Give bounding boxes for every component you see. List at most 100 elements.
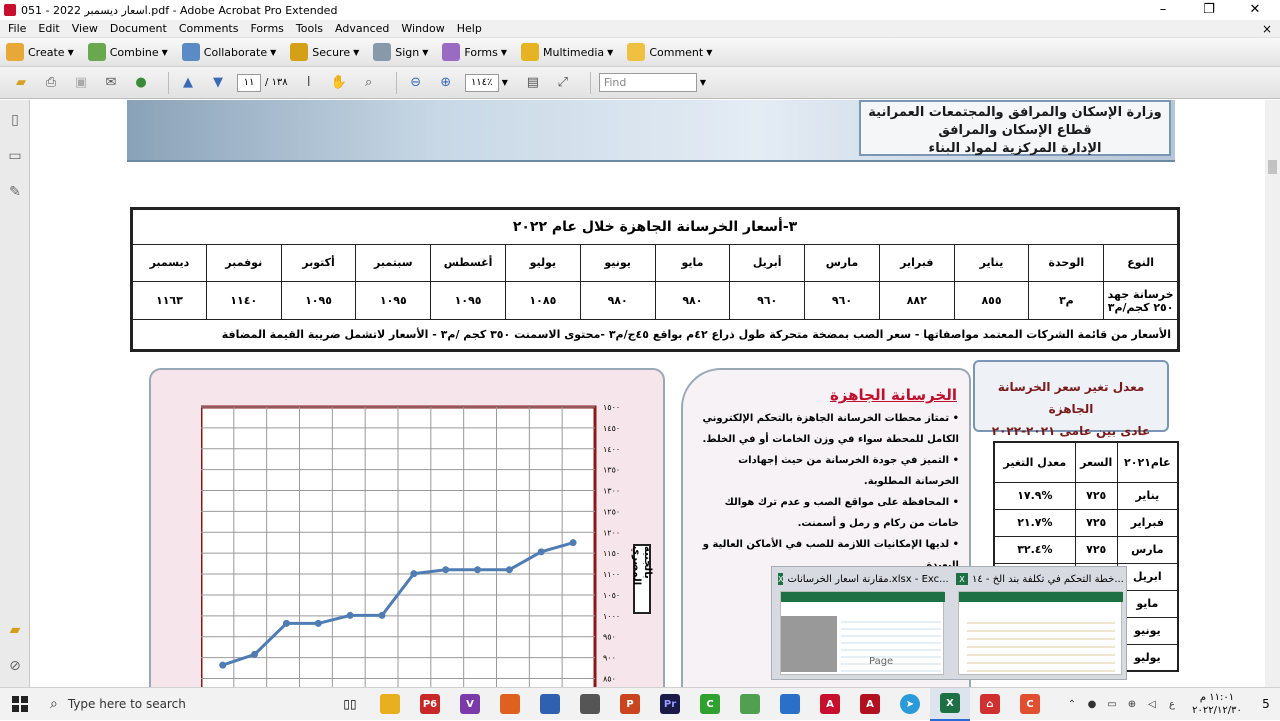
menu-file[interactable]: File xyxy=(2,22,32,35)
department-name: الإدارة المركزية لمواد البناء xyxy=(928,141,1102,156)
minimize-button[interactable]: – xyxy=(1140,0,1186,20)
menu-window[interactable]: Window xyxy=(395,22,450,35)
acrobat-taskbar-icon[interactable]: A xyxy=(810,688,850,721)
microphone-icon[interactable]: ● xyxy=(1082,699,1102,710)
rate-cell: ٧٢٥ xyxy=(1074,535,1118,564)
calculator-icon[interactable] xyxy=(570,688,610,721)
zoom-in-icon[interactable]: ⊕ xyxy=(435,73,457,93)
price-cell: ٩٦٠ xyxy=(729,281,806,320)
forms-icon xyxy=(442,43,461,61)
powerpoint-icon[interactable]: P xyxy=(610,688,650,721)
network-icon[interactable]: ⊕ xyxy=(1122,699,1142,710)
hand-tool-icon[interactable]: ✋ xyxy=(328,73,350,93)
create-button[interactable]: Create ▼ xyxy=(6,43,74,61)
scrolling-mode-icon[interactable]: ▤ xyxy=(522,73,544,93)
sector-name: قطاع الإسكان والمرافق xyxy=(938,123,1092,138)
email-icon[interactable]: ✉ xyxy=(100,73,122,93)
vertical-scrollbar[interactable] xyxy=(1265,100,1280,687)
preview-thumbnail-1: Page xyxy=(780,591,945,675)
pages-icon[interactable]: ▯ xyxy=(7,112,23,130)
clock[interactable]: ١١:٠١ م ٢٠٢٢/١٢/٣٠ xyxy=(1182,691,1252,717)
open-folder-icon[interactable]: ▰ xyxy=(10,73,32,93)
signatures-icon[interactable]: ✎ xyxy=(7,184,23,202)
price-cell: ٨٨٢ xyxy=(878,281,955,320)
excel-taskbar-icon[interactable]: X xyxy=(930,687,970,721)
y-tick-label: ١٤٥٠ xyxy=(603,424,620,433)
chevron-up-icon[interactable]: ⌃ xyxy=(1062,699,1082,710)
language-indicator[interactable]: ع xyxy=(1162,699,1182,710)
camtasia-icon[interactable]: C xyxy=(690,688,730,721)
sign-button[interactable]: Sign ▼ xyxy=(373,43,428,61)
notifications-icon[interactable]: 5 xyxy=(1252,697,1280,711)
menu-forms[interactable]: Forms xyxy=(244,22,289,35)
data-point xyxy=(442,566,450,574)
forms-button[interactable]: Forms ▼ xyxy=(442,43,507,61)
task-view-icon[interactable]: ▯▯ xyxy=(330,688,370,721)
combine-button[interactable]: Combine ▼ xyxy=(87,43,168,61)
secure-button[interactable]: Secure ▼ xyxy=(290,43,359,61)
page-number-input[interactable]: ١١ xyxy=(237,73,261,92)
app-icon-4[interactable]: C xyxy=(1010,688,1050,721)
rate-cell: ٧٢٥ xyxy=(1074,508,1118,537)
comments-icon[interactable]: ▰ xyxy=(7,622,23,640)
document-close-button[interactable]: × xyxy=(1254,22,1280,36)
zoom-dropdown-icon[interactable]: ▼ xyxy=(502,78,508,87)
price-col-header: يناير xyxy=(953,243,1030,283)
attachments-icon[interactable]: ⊘ xyxy=(7,658,23,676)
web-icon[interactable]: ● xyxy=(130,73,152,93)
menu-tools[interactable]: Tools xyxy=(290,22,329,35)
zoom-tool-icon[interactable]: ⌕ xyxy=(358,73,380,93)
app-icon-2[interactable] xyxy=(530,688,570,721)
start-button[interactable] xyxy=(0,688,40,721)
menu-view[interactable]: View xyxy=(66,22,104,35)
find-dropdown-icon[interactable]: ▼ xyxy=(700,78,706,87)
menu-document[interactable]: Document xyxy=(104,22,173,35)
multimedia-button[interactable]: Multimedia ▼ xyxy=(521,43,613,61)
visual-studio-icon[interactable]: V xyxy=(450,688,490,721)
excel-preview-1[interactable]: X مقارنة اسعار الخرسانات.xlsx - Exc... Pa… xyxy=(772,567,950,681)
battery-icon[interactable]: ▭ xyxy=(1102,699,1122,710)
print-icon[interactable]: ⎙ xyxy=(40,73,62,93)
acrobat-pro-icon[interactable]: A xyxy=(850,688,890,721)
app-icon-1[interactable] xyxy=(490,688,530,721)
price-col-header: فبراير xyxy=(878,243,955,283)
previous-page-icon[interactable]: ▲ xyxy=(177,73,199,93)
comment-button[interactable]: Comment ▼ xyxy=(627,43,712,61)
primavera-icon[interactable]: P6 xyxy=(410,688,450,721)
pen-icon xyxy=(373,43,392,61)
zoom-level-input[interactable]: ١١٤٪ xyxy=(464,73,499,92)
y-tick-label: ١٠٥٠ xyxy=(603,591,620,600)
bookmarks-icon[interactable]: ▭ xyxy=(7,148,23,166)
search-placeholder: Type here to search xyxy=(67,697,186,711)
menu-edit[interactable]: Edit xyxy=(32,22,65,35)
close-button[interactable]: ✕ xyxy=(1232,0,1278,20)
taskbar-search[interactable]: ⌕ Type here to search xyxy=(40,688,330,721)
restore-button[interactable]: ❐ xyxy=(1186,0,1232,20)
file-explorer-icon[interactable] xyxy=(370,688,410,721)
price-cell: ١١٤٠ xyxy=(205,281,282,320)
menu-advanced[interactable]: Advanced xyxy=(329,22,395,35)
change-rate-subtitle: عادى بين عامى ٢٠٢١-٢٠٢٢ xyxy=(991,424,1151,438)
rate-cell: مارس xyxy=(1116,535,1179,564)
excel-preview-2[interactable]: X خطة التحكم في تكلفة بند الخ - ١٤... xyxy=(950,567,1128,681)
premiere-icon[interactable]: Pr xyxy=(650,688,690,721)
y-tick-label: ١٥٠٠ xyxy=(603,405,620,412)
collaborate-button[interactable]: Collaborate ▼ xyxy=(181,43,276,61)
select-text-icon[interactable]: Ⅰ xyxy=(298,73,320,93)
zoom-out-icon[interactable]: ⊖ xyxy=(405,73,427,93)
menu-help[interactable]: Help xyxy=(451,22,488,35)
volume-icon[interactable]: ◁ xyxy=(1142,699,1162,710)
price-cell: ١٠٩٥ xyxy=(355,281,432,320)
scrollbar-thumb[interactable] xyxy=(1268,160,1277,174)
fit-page-icon[interactable]: ⤢ xyxy=(552,73,574,93)
app-icon-3[interactable] xyxy=(730,688,770,721)
save-icon[interactable]: ▣ xyxy=(70,73,92,93)
menu-comments[interactable]: Comments xyxy=(173,22,245,35)
photos-icon[interactable] xyxy=(770,688,810,721)
price-table-note: الأسعار من قائمة الشركات المعتمد مواصفات… xyxy=(131,318,1179,352)
find-input[interactable]: Find xyxy=(598,73,697,92)
telegram-icon[interactable]: ➤ xyxy=(890,688,930,721)
pdf-reader-icon[interactable]: ⌂ xyxy=(970,688,1010,721)
next-page-icon[interactable]: ▼ xyxy=(207,73,229,93)
y-axis-label: بالجنيه المصري xyxy=(631,544,653,614)
